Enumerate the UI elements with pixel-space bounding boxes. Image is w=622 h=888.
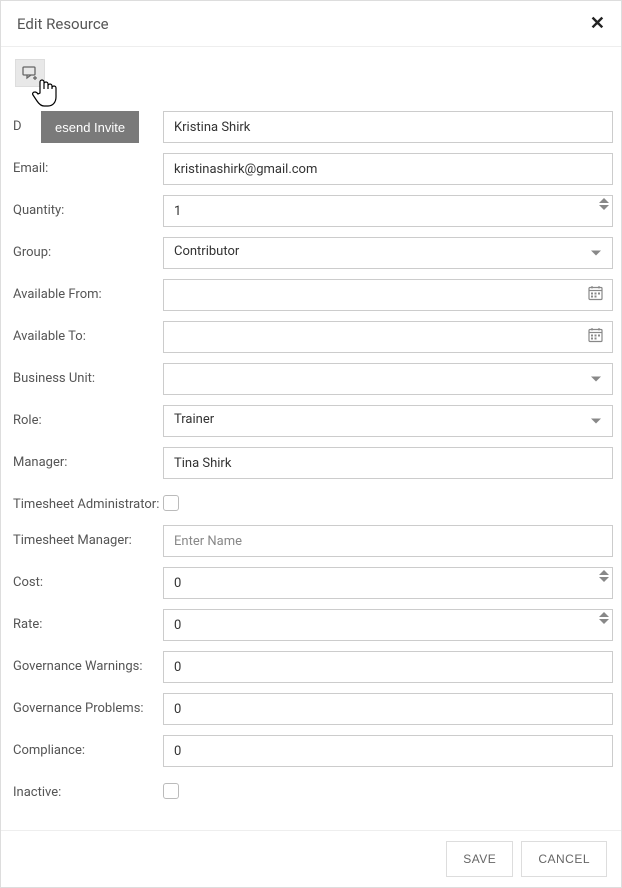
label-business-unit: Business Unit: <box>11 363 163 388</box>
label-timesheet-manager: Timesheet Manager: <box>11 525 163 550</box>
modal-title: Edit Resource <box>17 15 109 33</box>
row-display-name: D esend Invite <box>11 111 617 143</box>
timesheet-admin-checkbox[interactable] <box>163 495 179 511</box>
label-available-from: Available From: <box>11 279 163 304</box>
row-role: Role: Trainer <box>11 405 617 437</box>
row-timesheet-admin: Timesheet Administrator: <box>11 489 617 515</box>
role-select[interactable]: Trainer <box>163 405 613 437</box>
label-display-name: D esend Invite <box>11 111 163 136</box>
row-available-from: Available From: <box>11 279 617 311</box>
comment-add-button[interactable] <box>15 59 45 87</box>
compliance-input[interactable] <box>163 735 613 767</box>
row-available-to: Available To: <box>11 321 617 353</box>
label-available-to: Available To: <box>11 321 163 346</box>
label-email: Email: <box>11 153 163 178</box>
timesheet-manager-input[interactable] <box>163 525 613 557</box>
label-role: Role: <box>11 405 163 430</box>
comment-add-icon <box>22 66 38 80</box>
cancel-button[interactable]: CANCEL <box>521 841 607 877</box>
row-rate: Rate: <box>11 609 617 641</box>
close-button[interactable]: ✕ <box>590 13 605 34</box>
label-quantity: Quantity: <box>11 195 163 220</box>
business-unit-select[interactable] <box>163 363 613 395</box>
modal-header: Edit Resource ✕ <box>1 1 621 47</box>
label-compliance: Compliance: <box>11 735 163 760</box>
manager-input[interactable] <box>163 447 613 479</box>
row-compliance: Compliance: <box>11 735 617 767</box>
row-gov-problems: Governance Problems: <box>11 693 617 725</box>
row-manager: Manager: <box>11 447 617 479</box>
row-group: Group: Contributor <box>11 237 617 269</box>
quantity-input[interactable] <box>163 195 613 227</box>
edit-resource-modal: Edit Resource ✕ D esend I <box>0 0 622 888</box>
group-select[interactable]: Contributor <box>163 237 613 269</box>
label-group: Group: <box>11 237 163 262</box>
display-name-input[interactable] <box>163 111 613 143</box>
label-cost: Cost: <box>11 567 163 592</box>
row-cost: Cost: <box>11 567 617 599</box>
resend-invite-button[interactable]: esend Invite <box>41 111 139 143</box>
label-manager: Manager: <box>11 447 163 472</box>
rate-input[interactable] <box>163 609 613 641</box>
cost-input[interactable] <box>163 567 613 599</box>
available-to-input[interactable] <box>163 321 613 353</box>
row-business-unit: Business Unit: <box>11 363 617 395</box>
label-gov-warnings: Governance Warnings: <box>11 651 163 676</box>
available-from-input[interactable] <box>163 279 613 311</box>
label-gov-problems: Governance Problems: <box>11 693 163 718</box>
gov-problems-input[interactable] <box>163 693 613 725</box>
save-button[interactable]: SAVE <box>446 841 513 877</box>
row-inactive: Inactive: <box>11 777 617 803</box>
modal-footer: SAVE CANCEL <box>1 830 621 887</box>
label-rate: Rate: <box>11 609 163 634</box>
label-inactive: Inactive: <box>11 777 163 802</box>
email-input[interactable] <box>163 153 613 185</box>
label-timesheet-admin: Timesheet Administrator: <box>11 489 163 514</box>
modal-body[interactable]: D esend Invite Email: Quantity: <box>1 47 621 830</box>
row-email: Email: <box>11 153 617 185</box>
inactive-checkbox[interactable] <box>163 783 179 799</box>
row-gov-warnings: Governance Warnings: <box>11 651 617 683</box>
toolbar <box>11 53 617 111</box>
gov-warnings-input[interactable] <box>163 651 613 683</box>
row-timesheet-manager: Timesheet Manager: <box>11 525 617 557</box>
row-quantity: Quantity: <box>11 195 617 227</box>
